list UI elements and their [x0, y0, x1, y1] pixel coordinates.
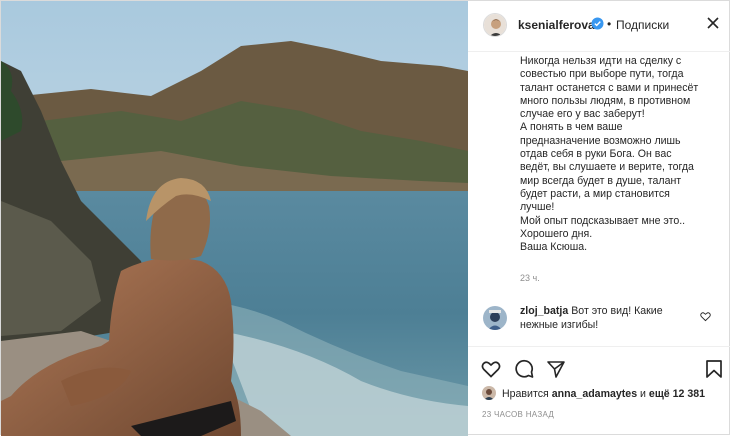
liker-avatar[interactable] [482, 386, 496, 400]
likes-conjunction: и [640, 388, 646, 400]
caption-time[interactable]: 23 ч. [520, 273, 540, 283]
avatar-image [484, 14, 506, 36]
bookmark-icon[interactable] [704, 359, 724, 379]
caption-line: будет расти, а мир становится [520, 187, 670, 200]
caption-line: совестью при выборе пути, тогда [520, 68, 684, 81]
caption-line: Мой опыт подсказывает мне это.. [520, 214, 686, 227]
caption-line: мир всегда будет в душе, талант [520, 174, 682, 187]
seaside-photo [1, 1, 468, 436]
liker-avatar-image [482, 386, 496, 400]
caption-line: Никогда нельзя идти на сделку с [520, 55, 682, 67]
comment-text-line: нежные изгибы! [520, 319, 599, 331]
caption-line: случае его у вас заберут! [520, 108, 645, 121]
more-options-icon[interactable] [706, 16, 720, 30]
paper-plane-icon[interactable] [546, 359, 566, 379]
commenter-username[interactable]: zloj_batja [520, 305, 568, 317]
caption-line: Хорошего дня. [520, 227, 593, 240]
post-caption: Никогда нельзя идти на сделку с совестью… [520, 55, 720, 254]
author-avatar[interactable] [483, 13, 507, 37]
caption-line: ведёт, вы слушаете и верите, тогда [520, 161, 694, 174]
caption-line: лучше! [520, 201, 555, 214]
post-timestamp[interactable]: 23 ЧАСОВ НАЗАД [482, 410, 554, 419]
header-separator: • [607, 17, 612, 31]
caption-line: талант останется с вами и принесёт [520, 81, 699, 94]
instagram-post: ksenialferova • Подписки Никогда нельзя … [0, 0, 730, 436]
comment: zloj_batja Вот это вид! Какие нежные изг… [520, 304, 700, 332]
caption-line: А понять в чем ваше [520, 121, 623, 134]
post-photo[interactable] [1, 1, 468, 436]
commenter-avatar[interactable] [483, 306, 507, 330]
post-side-panel: ksenialferova • Подписки Никогда нельзя … [468, 1, 730, 436]
likes-count-link[interactable]: ещё 12 381 [649, 388, 705, 400]
caption-line: много пользы людям, в противном [520, 94, 691, 107]
comment-like-icon[interactable] [700, 311, 711, 322]
liker-username[interactable]: anna_adamaytes [552, 388, 637, 400]
likes-prefix: Нравится [502, 388, 549, 400]
caption-line: отдав себя в руки Бога. Он вас [520, 148, 672, 161]
comment-icon[interactable] [514, 359, 534, 379]
following-button[interactable]: Подписки [616, 18, 669, 32]
likes-summary: Нравится anna_adamaytes и ещё 12 381 [502, 388, 705, 400]
post-actions: Нравится anna_adamaytes и ещё 12 381 23 … [468, 346, 730, 437]
verified-badge-icon [591, 17, 604, 30]
caption-line: предназначение возможно лишь [520, 134, 681, 147]
post-header: ksenialferova • Подписки [468, 1, 730, 52]
caption-line: Ваша Ксюша. [520, 241, 588, 254]
commenter-avatar-image [483, 306, 507, 330]
comment-text-line: Вот это вид! Какие [571, 305, 663, 317]
heart-icon[interactable] [481, 359, 501, 379]
author-username[interactable]: ksenialferova [518, 18, 595, 32]
